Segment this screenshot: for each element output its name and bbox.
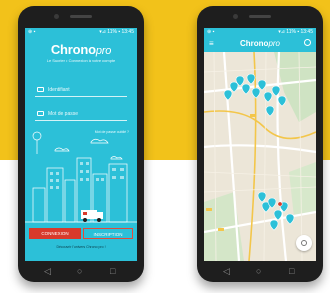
logo-main: Chrono (50, 42, 96, 57)
crosshair-icon (301, 240, 307, 246)
tagline: Le Sucrier • Connexion à votre compte (46, 58, 116, 63)
map-view[interactable] (204, 52, 316, 261)
speaker-grille (70, 15, 92, 18)
app-logo: Chronopro Le Sucrier • Connexion à votre… (25, 42, 137, 63)
username-field[interactable]: Identifiant (35, 84, 127, 97)
title-suffix: pro (268, 39, 280, 48)
lock-icon (37, 111, 44, 116)
city-illustration (25, 131, 137, 223)
inscription-button[interactable]: INSCRIPTION (83, 228, 133, 239)
android-navbar: ◁ ○ □ (197, 262, 323, 282)
password-field[interactable]: Mot de passe (35, 108, 127, 121)
status-right: ▾⊿ 11% ▪ 13:45 (99, 29, 134, 35)
camera-icon (54, 14, 59, 19)
search-icon[interactable] (304, 39, 311, 46)
phone-login: ⊕ ▪ ▾⊿ 11% ▪ 13:45 Chronopro Le Sucrier … (18, 6, 144, 282)
app-title: Chronopro (204, 39, 316, 48)
login-screen: ⊕ ▪ ▾⊿ 11% ▪ 13:45 Chronopro Le Sucrier … (25, 28, 137, 261)
status-left: ⊕ ▪ (28, 29, 36, 35)
home-icon[interactable]: ○ (77, 266, 82, 276)
recent-apps-icon[interactable]: □ (289, 266, 294, 276)
android-navbar: ◁ ○ □ (18, 262, 144, 282)
promo-stage: ⊕ ▪ ▾⊿ 11% ▪ 13:45 Chronopro Le Sucrier … (0, 0, 330, 293)
discover-link[interactable]: Découvrir l'univers Chrono pro ! (25, 245, 137, 249)
back-icon[interactable]: ◁ (44, 266, 51, 276)
username-placeholder: Identifiant (48, 87, 70, 93)
camera-icon (233, 14, 238, 19)
status-left: ⊕ ▪ (207, 29, 215, 35)
recent-apps-icon[interactable]: □ (110, 266, 115, 276)
connexion-button[interactable]: CONNEXION (29, 228, 81, 239)
logo-suffix: pro (95, 45, 112, 57)
home-icon[interactable]: ○ (256, 266, 261, 276)
status-bar: ⊕ ▪ ▾⊿ 11% ▪ 13:45 (25, 28, 137, 36)
status-right: ▾⊿ 11% ▪ 13:45 (278, 29, 313, 35)
status-bar: ⊕ ▪ ▾⊿ 11% ▪ 13:45 (204, 28, 316, 36)
user-location-marker (277, 201, 283, 207)
title-main: Chrono (240, 39, 269, 48)
speaker-grille (249, 15, 271, 18)
map-screen: ⊕ ▪ ▾⊿ 11% ▪ 13:45 ≡ Chronopro (204, 28, 316, 261)
phone-map: ⊕ ▪ ▾⊿ 11% ▪ 13:45 ≡ Chronopro ◁ ○ □ (197, 6, 323, 282)
password-placeholder: Mot de passe (48, 111, 79, 117)
back-icon[interactable]: ◁ (223, 266, 230, 276)
locate-me-button[interactable] (296, 235, 312, 251)
app-bar: ⊕ ▪ ▾⊿ 11% ▪ 13:45 ≡ Chronopro (204, 28, 316, 52)
user-icon (37, 87, 44, 92)
